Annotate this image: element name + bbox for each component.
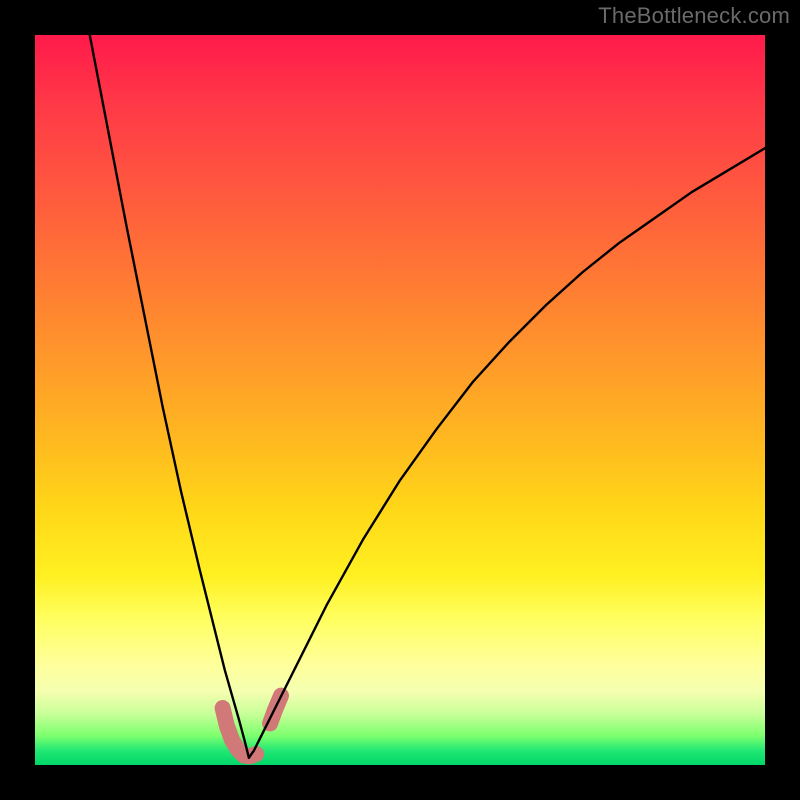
app-frame: TheBottleneck.com bbox=[0, 0, 800, 800]
curve-group bbox=[90, 35, 765, 758]
chart-area bbox=[35, 35, 765, 765]
curve-right-branch bbox=[249, 148, 765, 758]
chart-curves bbox=[35, 35, 765, 765]
watermark-text: TheBottleneck.com bbox=[598, 3, 790, 29]
highlight-highlight-left bbox=[223, 708, 257, 756]
curve-left-branch bbox=[90, 35, 249, 758]
highlight-group bbox=[223, 696, 281, 757]
